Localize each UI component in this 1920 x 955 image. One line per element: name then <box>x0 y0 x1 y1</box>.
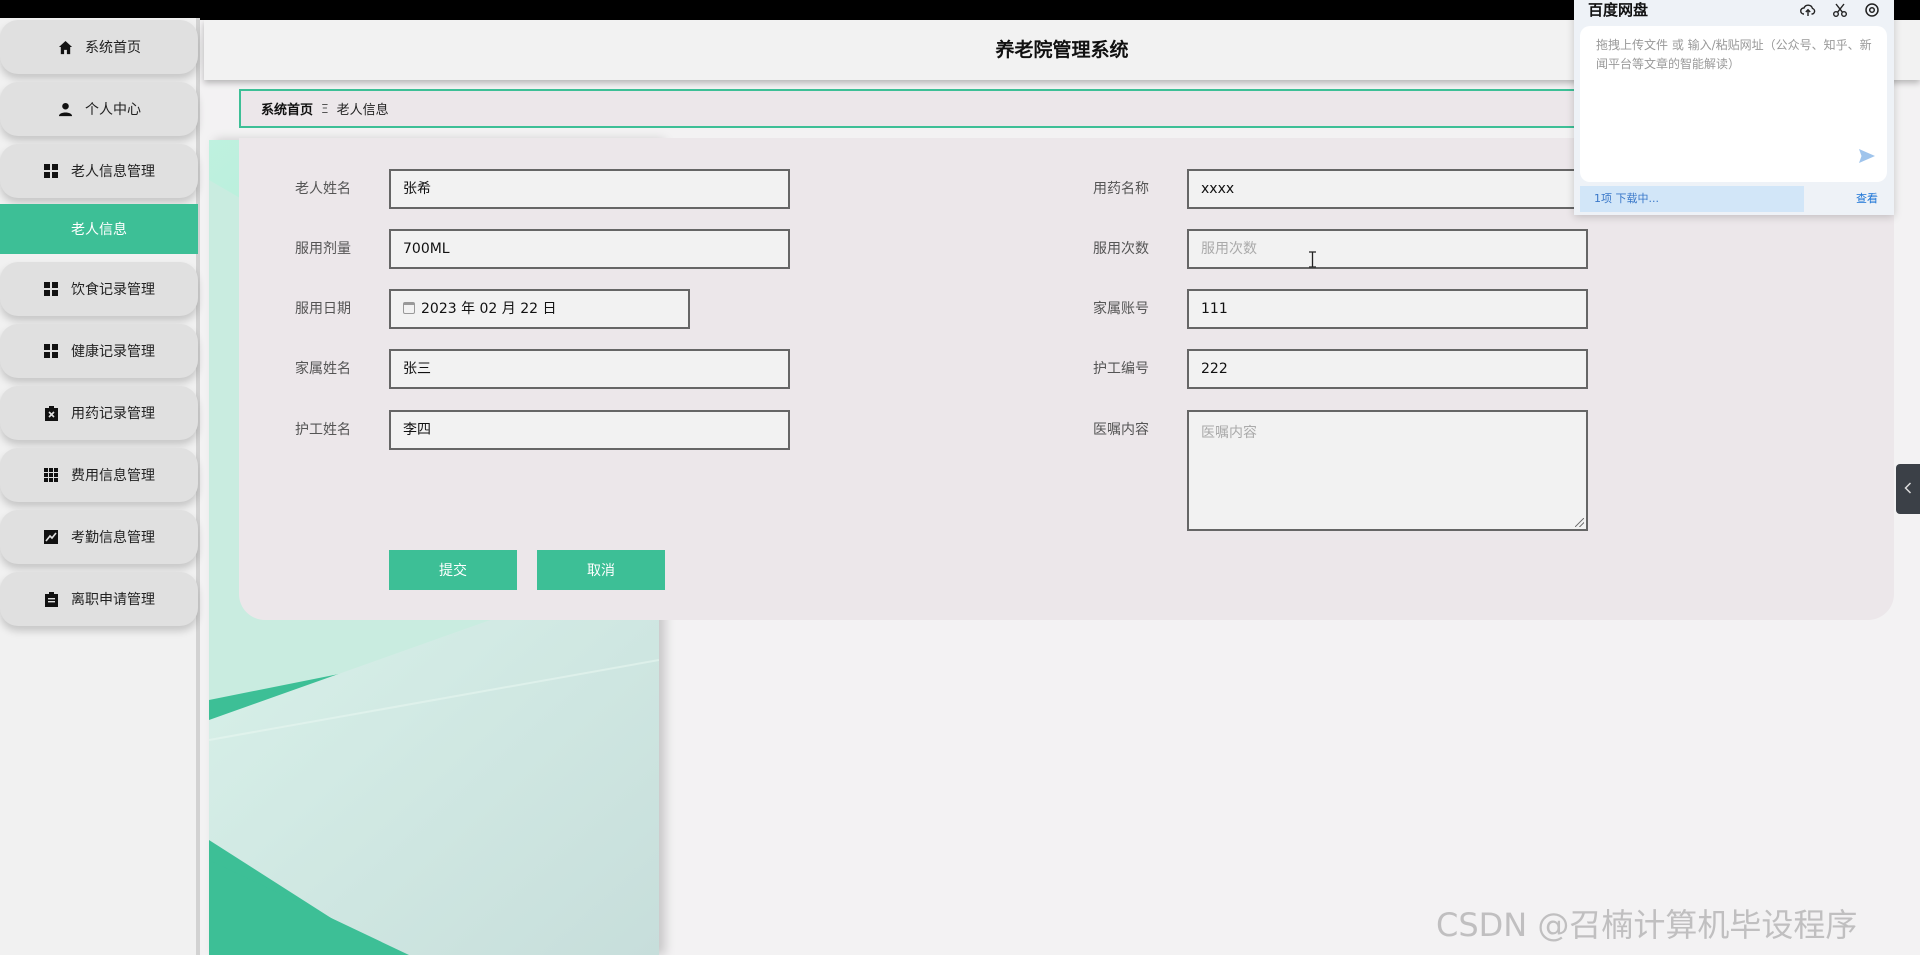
resize-handle[interactable] <box>1575 518 1584 527</box>
watermark: CSDN @召楠计算机毕设程序 <box>1436 906 1858 944</box>
breadcrumb-current: 老人信息 <box>336 103 389 118</box>
grid-icon <box>43 343 59 359</box>
sidebar-item-label: 健康记录管理 <box>71 344 155 360</box>
netdisk-hint: 拖拽上传文件 或 输入/粘贴网址（公众号、知乎、新闻平台等文章的智能解读） <box>1596 38 1872 71</box>
drug-name-label: 用药名称 <box>1093 181 1149 197</box>
sidebar-item-label: 老人信息管理 <box>71 164 155 180</box>
sidebar-item-label: 个人中心 <box>85 102 141 118</box>
sidebar-item-label: 老人信息 <box>71 222 127 238</box>
drug-name-input[interactable]: xxxx <box>1187 169 1588 209</box>
sidebar-item-label: 用药记录管理 <box>71 406 155 422</box>
family-account-label: 家属账号 <box>1093 301 1149 317</box>
dosage-label: 服用剂量 <box>295 241 351 257</box>
cancel-button[interactable]: 取消 <box>537 550 665 590</box>
sidebar-item-medication-records[interactable]: 用药记录管理 <box>0 386 198 440</box>
sidebar-item-label: 考勤信息管理 <box>71 530 155 546</box>
chart-icon <box>43 529 59 545</box>
upload-cloud-icon[interactable] <box>1800 2 1816 18</box>
sidebar-item-elder-management[interactable]: 老人信息管理 <box>0 144 198 198</box>
grid-icon <box>43 163 59 179</box>
send-icon[interactable] <box>1858 148 1876 164</box>
caregiver-id-label: 护工编号 <box>1093 361 1149 377</box>
grid-icon <box>43 281 59 297</box>
frequency-label: 服用次数 <box>1093 241 1149 257</box>
sidebar-item-home[interactable]: 系统首页 <box>0 20 198 74</box>
netdisk-title: 百度网盘 <box>1588 1 1649 19</box>
clipboard-x-icon <box>43 405 59 421</box>
user-icon <box>57 101 73 117</box>
breadcrumb-home[interactable]: 系统首页 <box>261 99 313 118</box>
netdisk-input-box[interactable]: 拖拽上传文件 或 输入/粘贴网址（公众号、知乎、新闻平台等文章的智能解读） <box>1580 26 1887 182</box>
breadcrumb-separator: Ξ <box>321 101 329 116</box>
date-value: 2023 年 02 月 22 日 <box>421 301 557 317</box>
doctor-advice-placeholder: 医嘱内容 <box>1201 425 1257 441</box>
sidebar-item-label: 离职申请管理 <box>71 592 155 608</box>
date-picker-input[interactable]: 2023 年 02 月 22 日 <box>389 289 690 329</box>
sidebar-item-personal-center[interactable]: 个人中心 <box>0 82 198 136</box>
collapse-tab[interactable] <box>1896 464 1920 514</box>
sidebar-item-elder-info[interactable]: 老人信息 <box>0 204 198 254</box>
sidebar-item-fee-info[interactable]: 费用信息管理 <box>0 448 198 502</box>
sidebar-item-label: 系统首页 <box>85 40 141 56</box>
sidebar-item-attendance[interactable]: 考勤信息管理 <box>0 510 198 564</box>
netdisk-view-link[interactable]: 查看 <box>1856 186 1878 212</box>
date-label: 服用日期 <box>295 301 351 317</box>
grid-9-icon <box>43 467 59 483</box>
family-name-input[interactable]: 张三 <box>389 349 790 389</box>
frequency-input[interactable]: 服用次数 <box>1187 229 1588 269</box>
text-cursor-icon <box>1309 251 1316 268</box>
dosage-input[interactable]: 700ML <box>389 229 790 269</box>
sidebar-item-label: 饮食记录管理 <box>71 282 155 298</box>
scissors-icon[interactable] <box>1832 2 1848 18</box>
sidebar-item-diet-records[interactable]: 饮食记录管理 <box>0 262 198 316</box>
chevron-left-icon <box>1904 481 1912 497</box>
family-name-label: 家属姓名 <box>295 361 351 377</box>
sidebar: 系统首页 个人中心 老人信息管理 老人信息 饮食记录管理 健康记录管理 用药记录… <box>0 18 200 955</box>
sidebar-item-resignation[interactable]: 离职申请管理 <box>0 572 198 626</box>
clipboard-icon <box>43 591 59 607</box>
home-icon <box>57 39 73 55</box>
submit-button[interactable]: 提交 <box>389 550 517 590</box>
elder-name-label: 老人姓名 <box>295 181 351 197</box>
netdisk-download-status: 1项 下载中... <box>1580 186 1804 212</box>
doctor-advice-label: 医嘱内容 <box>1093 422 1149 438</box>
caregiver-name-label: 护工姓名 <box>295 422 351 438</box>
caregiver-id-input[interactable]: 222 <box>1187 349 1588 389</box>
caregiver-name-input[interactable]: 李四 <box>389 410 790 450</box>
sidebar-item-health-records[interactable]: 健康记录管理 <box>0 324 198 378</box>
family-account-input[interactable]: 111 <box>1187 289 1588 329</box>
sidebar-item-label: 费用信息管理 <box>71 468 155 484</box>
netdisk-popup: 百度网盘 拖拽上传文件 或 输入/粘贴网址（公众号、知乎、新闻平台等文章的智能解… <box>1574 0 1894 215</box>
doctor-advice-textarea[interactable]: 医嘱内容 <box>1187 410 1588 531</box>
settings-icon[interactable] <box>1864 2 1880 18</box>
elder-name-input[interactable]: 张希 <box>389 169 790 209</box>
calendar-icon <box>403 302 415 314</box>
